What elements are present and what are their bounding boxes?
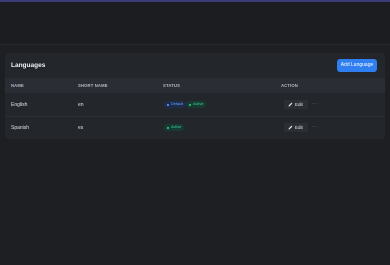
table-header: NAME SHORT NAME STATUS ACTION: [5, 78, 385, 93]
status-badge-active: Active: [164, 124, 185, 131]
more-icon[interactable]: ···: [310, 123, 319, 132]
add-language-button[interactable]: Add Language: [337, 59, 377, 72]
column-header-name: NAME: [11, 83, 24, 88]
language-name: Spanish: [11, 125, 30, 131]
column-header-status: STATUS: [163, 83, 181, 88]
table-row: Spanish es Active Edit ···: [5, 116, 385, 139]
pencil-icon: [288, 102, 293, 107]
language-name: English: [11, 102, 28, 108]
table-row: English en Default Active Edit ···: [5, 93, 385, 117]
edit-button[interactable]: Edit: [284, 123, 308, 132]
card-header: Languages Add Language: [5, 53, 385, 78]
card-title: Languages: [11, 62, 46, 69]
top-navigation-bar: [0, 2, 390, 45]
edit-button[interactable]: Edit: [284, 100, 308, 109]
pencil-icon: [288, 125, 293, 130]
status-badge-default: Default: [164, 101, 187, 108]
status-badge-active: Active: [186, 101, 207, 108]
language-short-name: es: [78, 125, 84, 131]
more-icon[interactable]: ···: [310, 100, 319, 109]
column-header-action: ACTION: [281, 83, 298, 88]
language-short-name: en: [78, 102, 84, 108]
languages-card: Languages Add Language NAME SHORT NAME S…: [5, 53, 385, 139]
edit-label: Edit: [295, 102, 303, 107]
edit-label: Edit: [295, 125, 303, 130]
column-header-short-name: SHORT NAME: [78, 83, 108, 88]
